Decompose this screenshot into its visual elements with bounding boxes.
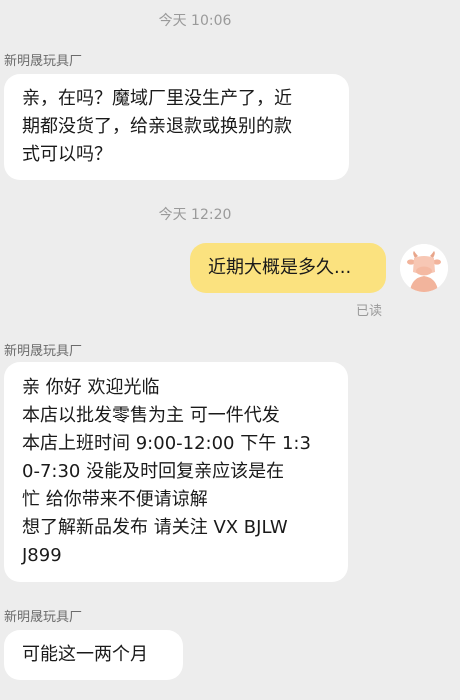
message-bubble[interactable]: 亲，在吗？魔域厂里没生产了，近 期都没货了，给亲退款或换别的款 式可以吗？ [4,74,349,180]
message-bubble[interactable]: 可能这一两个月 [4,630,183,680]
message-text: 可能这一两个月 [22,644,148,665]
sender-name: 新明晟玩具厂 [4,344,83,359]
timestamp: 今天 12:20 [158,207,232,223]
timestamp: 今天 10:06 [158,13,232,29]
message-text-line: 想了解新品发布 请关注 VX BJLW [22,517,288,538]
message-text-line: 本店以批发零售为主 可一件代发 [22,405,280,426]
message-text-line: 本店上班时间 9:00-12:00 下午 1:3 [22,433,311,454]
sender-name: 新明晟玩具厂 [4,610,83,625]
message-text-line: 期都没货了，给亲退款或换别的款 [22,116,292,137]
message-text-line: J899 [22,545,62,566]
self-message-bubble[interactable]: 近期大概是多久... [190,243,386,293]
message-bubble[interactable]: 亲 你好 欢迎光临 本店以批发零售为主 可一件代发 本店上班时间 9:00-12… [4,362,348,582]
message-text-line: 0-7:30 没能及时回复亲应该是在 [22,461,285,482]
message-text-line: 亲，在吗？魔域厂里没生产了，近 [22,88,292,109]
read-status: 已读 [356,304,383,319]
message-text-line: 亲 你好 欢迎光临 [22,377,160,398]
message-text-line: 忙 给你带来不便请谅解 [22,489,208,510]
message-text: 近期大概是多久... [208,257,352,278]
message-text-line: 式可以吗？ [22,144,112,165]
sender-name: 新明晟玩具厂 [4,54,83,69]
cow-avatar-icon[interactable] [400,244,448,292]
